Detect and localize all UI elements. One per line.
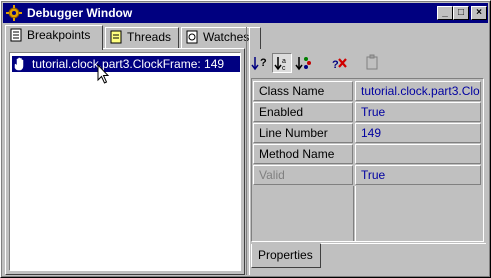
sort-icon: ? [251,57,267,71]
breakpoints-icon [10,28,22,42]
clipboard-icon [366,54,378,70]
breakpoint-list[interactable]: tutorial.clock.part3.ClockFrame: 149 [9,52,241,271]
property-value[interactable]: True [355,102,481,122]
minimize-icon: _ [442,7,448,18]
threads-icon [110,30,122,44]
tab-properties[interactable]: Properties [251,244,321,268]
tab-watches-label: Watches [203,30,250,44]
svg-text:?: ? [332,59,339,71]
property-grid: Class Name tutorial.clock.part3.ClockFra… [251,78,484,242]
sort-alpha-icon: a c [274,57,286,72]
clipboard-button [362,53,382,73]
minimize-button[interactable]: _ [437,6,453,20]
svg-text:a: a [282,58,286,65]
property-name: Enabled [253,102,353,122]
mouse-cursor-icon [97,64,110,84]
close-button[interactable]: × [471,6,487,20]
debugger-window: Debugger Window _ □ × Breakpoints Thread… [0,0,491,278]
delete-button[interactable]: ? [330,53,350,73]
grid-empty-area [253,186,354,241]
breakpoints-pane: tutorial.clock.part3.ClockFrame: 149 [5,48,245,275]
tab-threads[interactable]: Threads [105,27,179,49]
tab-threads-label: Threads [127,30,172,44]
property-value[interactable]: tutorial.clock.part3.ClockFrame [355,81,481,101]
title-bar[interactable]: Debugger Window _ □ × [3,3,488,23]
property-value[interactable]: True [355,165,481,185]
property-name: Method Name [253,144,353,164]
sort-button[interactable]: ? [250,53,270,73]
breakpoint-label: tutorial.clock.part3.ClockFrame: 149 [32,57,225,71]
grid-empty-area [355,186,482,241]
property-name: Line Number [253,123,353,143]
tab-breakpoints[interactable]: Breakpoints [5,25,103,50]
svg-text:c: c [282,65,286,72]
svg-text:?: ? [260,57,267,69]
divider [321,243,486,244]
tab-breakpoints-label: Breakpoints [27,28,91,42]
sort-alpha-button[interactable]: a c [272,53,292,73]
property-name: Valid [253,165,353,185]
properties-toolbar: ? a c ? [250,53,486,75]
property-value[interactable]: 149 [355,123,481,143]
hand-icon [14,57,24,71]
property-name: Class Name [253,81,353,101]
window-title: Debugger Window [27,6,133,20]
delete-icon: ? [332,58,347,71]
sort-type-icon [295,57,311,71]
property-value[interactable] [355,144,481,164]
gear-icon [6,5,22,21]
watches-icon [186,30,198,44]
maximize-button[interactable]: □ [453,6,469,20]
close-icon: × [476,7,482,18]
list-item[interactable]: tutorial.clock.part3.ClockFrame: 149 [12,56,240,72]
maximize-icon: □ [457,7,465,18]
sort-type-button[interactable] [294,53,314,73]
tab-properties-label: Properties [258,248,313,262]
